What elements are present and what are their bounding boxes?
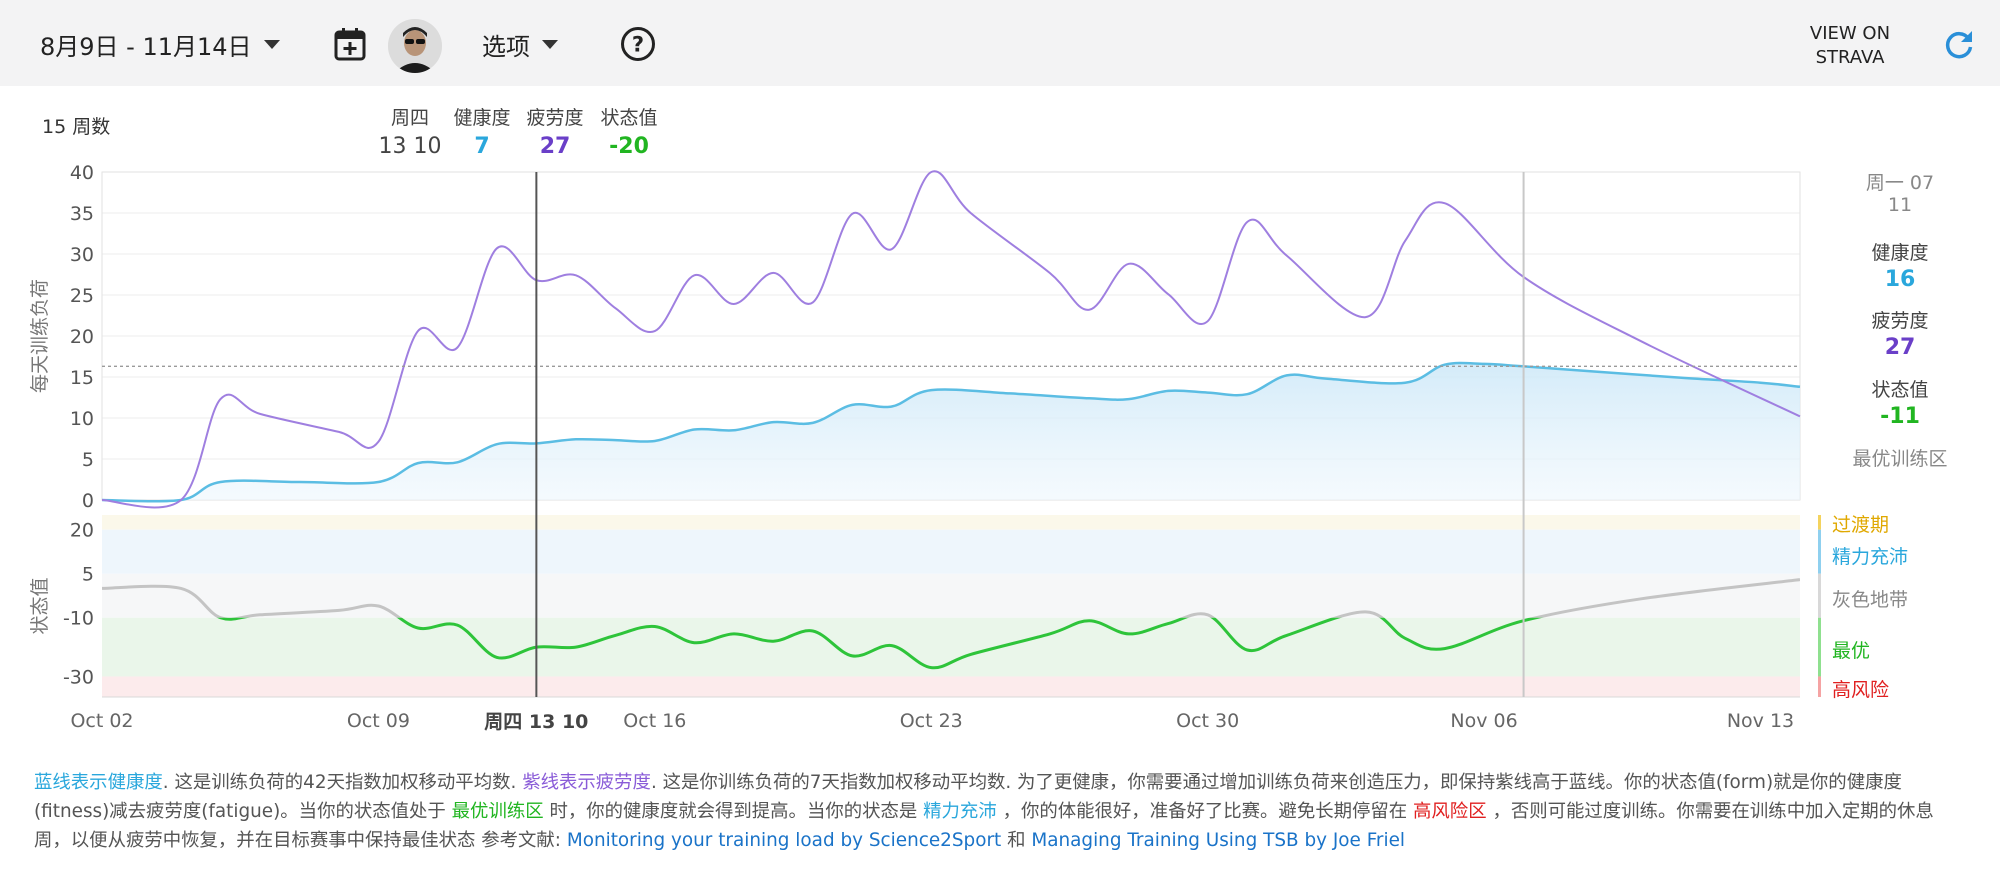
fresh-zone-term: 精力充沛 — [923, 801, 997, 822]
form-y-tick-label: 5 — [82, 564, 94, 586]
right-fitness-value: 16 — [1884, 267, 1916, 292]
zone-band-1 — [102, 515, 1800, 530]
form-y-tick-label: -10 — [63, 608, 94, 630]
right-form-label: 状态值 — [1871, 379, 1929, 401]
zone-band-3 — [102, 573, 1800, 618]
fitness-description: 蓝线表示健康度 — [34, 772, 163, 793]
right-panel-date-line2: 11 — [1887, 194, 1913, 216]
footer-text-4: ，你的体能很好，准备好了比赛。避免长期停留在 — [996, 801, 1414, 822]
right-fatigue-label: 疲劳度 — [1871, 310, 1929, 332]
zone-label-grey: 灰色地带 — [1832, 589, 1909, 611]
y-axis-label: 每天训练负荷 — [29, 279, 51, 393]
form-axis-label: 状态值 — [29, 577, 51, 634]
y-tick-label: 40 — [70, 162, 94, 184]
optimal-zone-term: 最优训练区 — [451, 801, 544, 822]
y-tick-label: 20 — [70, 326, 94, 348]
zone-label-transition: 过渡期 — [1832, 514, 1890, 536]
right-form-value: -11 — [1880, 404, 1920, 429]
footer-and: 和 — [1001, 830, 1032, 851]
footer-text-1: . 这是训练负荷的42天指数加权移动平均数. — [162, 772, 523, 793]
joe-friel-link[interactable]: Managing Training Using TSB by Joe Friel — [1031, 830, 1405, 851]
right-panel-form: 状态值 -11 — [1830, 375, 1970, 429]
zone-color-bar — [1818, 529, 1821, 574]
right-fitness-label: 健康度 — [1871, 242, 1929, 264]
x-tick-label: Oct 16 — [623, 710, 686, 732]
zone-color-bar — [1818, 573, 1821, 618]
hover-date-axis-label: 周四 13 10 — [484, 711, 588, 733]
current-zone: 最优训练区 — [1852, 448, 1948, 470]
x-tick-label: Nov 13 — [1727, 710, 1794, 732]
x-tick-label: Oct 23 — [900, 710, 963, 732]
right-panel-date: 周一 07 11 — [1830, 172, 1970, 216]
x-tick-label: Nov 06 — [1450, 710, 1517, 732]
right-panel-date-line1: 周一 07 — [1865, 172, 1935, 194]
zone-band-5 — [102, 676, 1800, 697]
zone-label-risk: 高风险 — [1832, 679, 1890, 701]
y-tick-label: 0 — [82, 490, 94, 512]
y-tick-label: 5 — [82, 449, 94, 471]
y-tick-label: 30 — [70, 244, 94, 266]
fitness-area — [102, 362, 1800, 502]
zone-color-bar — [1818, 676, 1821, 697]
right-fatigue-value: 27 — [1884, 335, 1916, 360]
right-panel-fatigue: 疲劳度 27 — [1830, 306, 1970, 360]
training-load-chart[interactable]: 0 5 10 15 20 25 30 35 40 每天训练负荷 20 5 -10 -30 状态值 Oct 02… — [0, 0, 2000, 740]
form-y-tick-label: 20 — [70, 520, 94, 542]
right-panel-fitness: 健康度 16 — [1830, 238, 1970, 292]
y-tick-label: 25 — [70, 285, 94, 307]
zone-color-bar — [1818, 617, 1821, 677]
explanation-text: 蓝线表示健康度. 这是训练负荷的42天指数加权移动平均数. 紫线表示疲劳度. 这… — [34, 768, 1970, 855]
x-tick-label: Oct 02 — [70, 710, 133, 732]
form-y-tick-label: -30 — [63, 666, 94, 688]
science2sport-link[interactable]: Monitoring your training load by Science… — [567, 830, 1001, 851]
fatigue-description: 紫线表示疲劳度 — [522, 772, 651, 793]
y-tick-label: 10 — [70, 408, 94, 430]
zone-label-optimal: 最优 — [1832, 640, 1871, 662]
risk-zone-term: 高风险区 — [1413, 801, 1487, 822]
x-tick-label: Oct 30 — [1176, 710, 1239, 732]
zone-band-2 — [102, 529, 1800, 574]
zone-band-4 — [102, 617, 1800, 677]
zone-color-bar — [1818, 515, 1821, 530]
y-tick-label: 15 — [70, 367, 94, 389]
x-tick-label: Oct 09 — [347, 710, 410, 732]
footer-text-3: 时，你的健康度就会得到提高。当你的状态是 — [543, 801, 924, 822]
y-tick-label: 35 — [70, 203, 94, 225]
zone-label-fresh: 精力充沛 — [1832, 546, 1909, 568]
